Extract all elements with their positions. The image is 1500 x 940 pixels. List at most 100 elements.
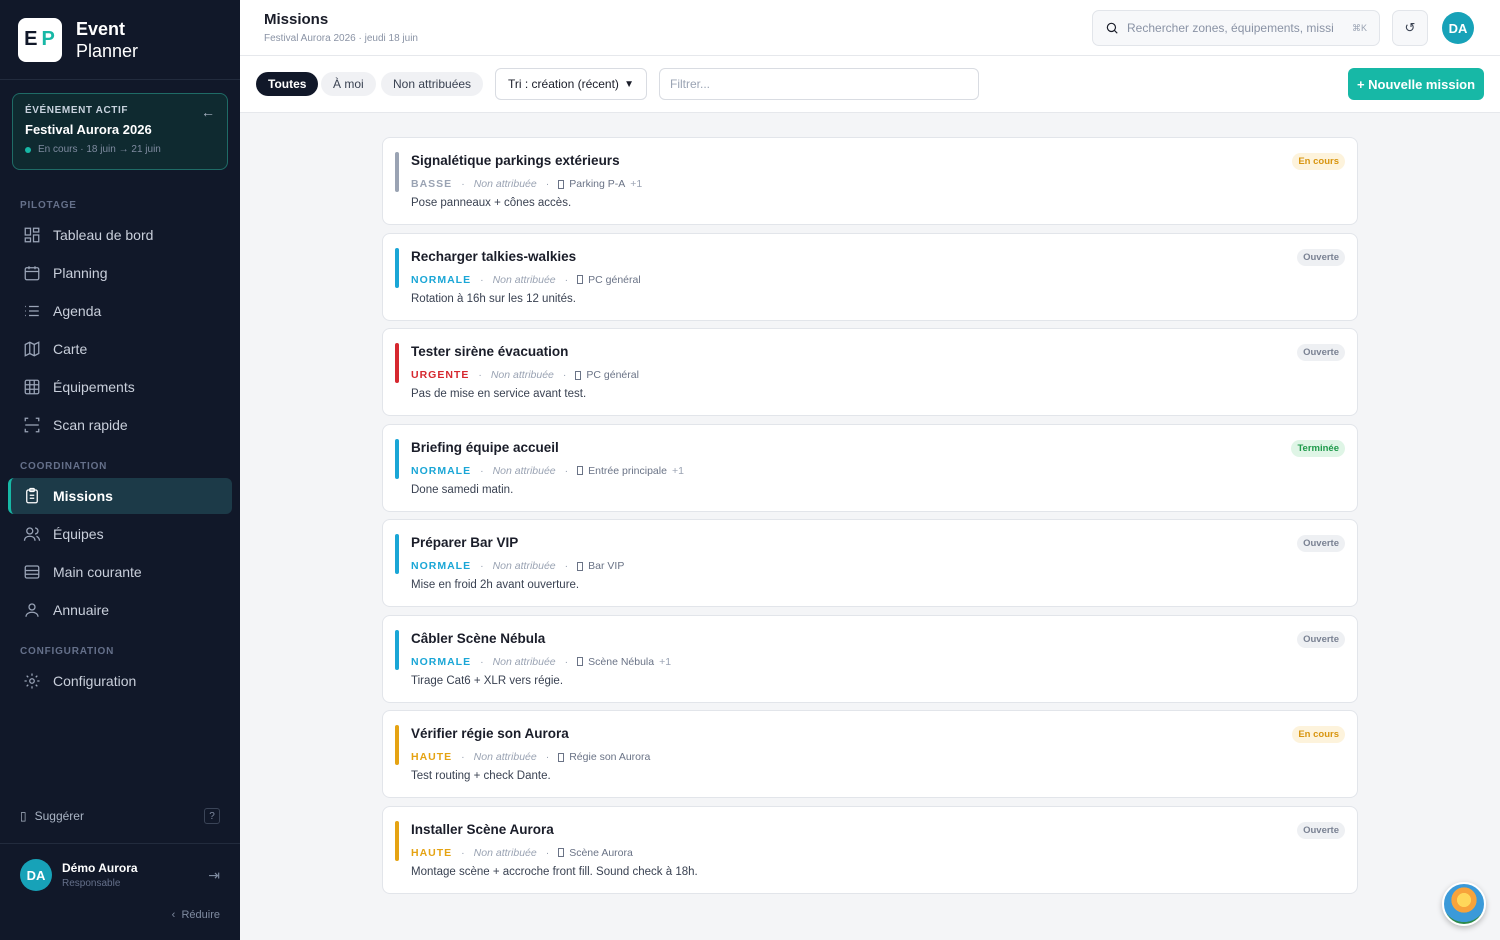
status-badge: Ouverte [1297, 344, 1345, 361]
brand[interactable]: EP Event Planner [0, 0, 240, 80]
meta-separator: · [461, 846, 465, 859]
global-search[interactable]: ⌘K [1092, 10, 1380, 46]
suggest-button[interactable]: ▯ Suggérer ? [20, 808, 220, 824]
user-profile[interactable]: DA Démo Aurora Responsable ⇥ [20, 859, 220, 891]
mission-zone: Scène Aurora [569, 846, 633, 859]
new-mission-button[interactable]: + Nouvelle mission [1348, 68, 1484, 100]
sidebar-item-missions[interactable]: Missions [8, 478, 232, 514]
meta-separator: · [564, 560, 569, 572]
logout-icon[interactable]: ⇥ [208, 867, 220, 884]
users-icon [23, 527, 41, 541]
page-title: Missions [264, 11, 329, 28]
user-info: Démo Aurora Responsable [62, 861, 138, 889]
list-icon [25, 305, 39, 317]
sidebar-item-scan-rapide[interactable]: Scan rapide [8, 407, 232, 443]
nav-section-pilotage: PILOTAGE [20, 200, 77, 211]
mission-list: Signalétique parkings extérieurs BASSE · No… [382, 137, 1358, 901]
priority-bar [395, 438, 399, 479]
sidebar-item-carte[interactable]: Carte [8, 331, 232, 367]
filter-tab-non-attribuees[interactable]: Non attribuées [381, 72, 484, 96]
search-shortcut: ⌘K [1351, 22, 1367, 33]
clipboard-icon [26, 487, 38, 504]
mission-priority: NORMALE [411, 273, 472, 286]
location-icon [575, 370, 582, 380]
meta-separator: · [545, 178, 550, 190]
sidebar-item-configuration[interactable]: Configuration [8, 663, 232, 699]
status-dot-icon [25, 146, 31, 153]
meta-separator: · [545, 846, 550, 859]
mission-meta: NORMALE · Non attribuée · Entrée principale +… [411, 465, 684, 477]
mission-description: Test routing + check Dante. [411, 770, 551, 782]
status-badge: Ouverte [1297, 248, 1345, 266]
mission-meta: NORMALE · Non attribuée · Scène Nébula +1 [411, 656, 671, 668]
sort-select[interactable]: Tri : création (récent) ▼ [495, 68, 647, 100]
user-name: Démo Aurora [62, 861, 138, 875]
sidebar-item-equipements[interactable]: Équipements [8, 369, 232, 405]
mission-card[interactable]: Câbler Scène Nébula NORMALE · Non attribuée… [382, 614, 1358, 703]
sidebar-item-main-courante[interactable]: Main courante [8, 554, 232, 590]
sidebar-item-label: Planning [53, 265, 108, 281]
sidebar-item-tableau-de-bord[interactable]: Tableau de bord [8, 217, 232, 253]
meta-separator: · [478, 369, 482, 381]
filter-input[interactable] [659, 68, 979, 100]
mission-assignee: Non attribuée [492, 273, 556, 286]
mission-title: Briefing équipe accueil [411, 439, 559, 455]
priority-bar [395, 152, 399, 192]
sidebar-item-planning[interactable]: Planning [8, 255, 232, 291]
mission-title: Recharger talkies-walkies [411, 248, 577, 264]
mission-assignee: Non attribuée [473, 178, 537, 190]
mission-title: Tester sirène évacuation [411, 344, 569, 359]
mission-title: Signalétique parkings extérieurs [411, 153, 620, 168]
refresh-button[interactable]: ↺ [1392, 10, 1428, 46]
active-event-dates: · 18 juin → 21 juin [80, 144, 161, 155]
mission-zone: Bar VIP [588, 560, 625, 572]
chevron-down-icon: ▼ [624, 78, 634, 90]
active-event-name: Festival Aurora 2026 [25, 122, 152, 137]
mission-card[interactable]: Briefing équipe accueil NORMALE · Non attri… [382, 423, 1358, 512]
mission-meta: NORMALE · Non attribuée · Bar VIP [411, 560, 629, 572]
sidebar-item-agenda[interactable]: Agenda [8, 293, 232, 329]
meta-separator: · [461, 178, 465, 190]
filter-tab-toutes[interactable]: Toutes [256, 72, 319, 96]
sidebar-item-label: Carte [53, 341, 88, 357]
search-icon [1106, 22, 1118, 34]
sidebar-item-label: Scan rapide [53, 417, 128, 433]
help-icon[interactable]: ? [204, 808, 220, 824]
grid-icon [24, 379, 40, 395]
mission-assignee: Non attribuée [492, 560, 556, 572]
mission-zone: PC général [586, 369, 639, 381]
chevron-left-icon: ‹ [171, 909, 176, 921]
mission-description: Pas de mise en service avant test. [411, 388, 587, 400]
sidebar-divider [0, 843, 240, 844]
location-icon [558, 179, 565, 189]
mission-card[interactable]: Tester sirène évacuation URGENTE · Non attr… [382, 328, 1358, 416]
arrow-left-icon[interactable]: ← [201, 104, 215, 120]
active-event-meta: En cours · 18 juin → 21 juin [25, 144, 215, 155]
meta-separator: · [562, 369, 567, 381]
mission-description: Tirage Cat6 + XLR vers régie. [411, 674, 564, 687]
mission-card[interactable]: Préparer Bar VIP NORMALE · Non attribuée · Ba… [382, 519, 1358, 607]
sidebar-item-label: Équipes [53, 526, 104, 542]
priority-bar [395, 629, 399, 670]
header-avatar[interactable]: DA [1442, 12, 1474, 44]
meta-separator: · [480, 273, 484, 286]
mission-card[interactable]: Signalétique parkings extérieurs BASSE · No… [382, 137, 1358, 225]
sidebar-item-equipes[interactable]: Équipes [8, 516, 232, 552]
sidebar-item-label: Annuaire [53, 602, 110, 618]
sidebar-item-label: Agenda [53, 303, 102, 319]
active-event-card[interactable]: ÉVÉNEMENT ACTIF Festival Aurora 2026 En … [12, 93, 228, 170]
priority-bar [395, 343, 399, 383]
filter-tab-a-moi[interactable]: À moi [321, 72, 376, 96]
mission-card[interactable]: Recharger talkies-walkies NORMALE · Non att… [382, 232, 1358, 321]
collapse-label: Réduire [181, 909, 220, 921]
assistant-fab[interactable] [1442, 882, 1486, 926]
collapse-sidebar-button[interactable]: ‹ Réduire [172, 909, 220, 921]
mission-card[interactable]: Installer Scène Aurora HAUTE · Non attribué… [382, 805, 1358, 894]
sidebar-item-annuaire[interactable]: Annuaire [8, 592, 232, 628]
logo-letter-p: P [41, 28, 56, 50]
mission-assignee: Non attribuée [473, 846, 537, 859]
mission-card[interactable]: Vérifier régie son Aurora HAUTE · Non attri… [382, 710, 1358, 798]
search-input[interactable] [1127, 21, 1347, 35]
nav-section-coordination: COORDINATION [20, 461, 108, 472]
priority-bar [395, 725, 399, 765]
